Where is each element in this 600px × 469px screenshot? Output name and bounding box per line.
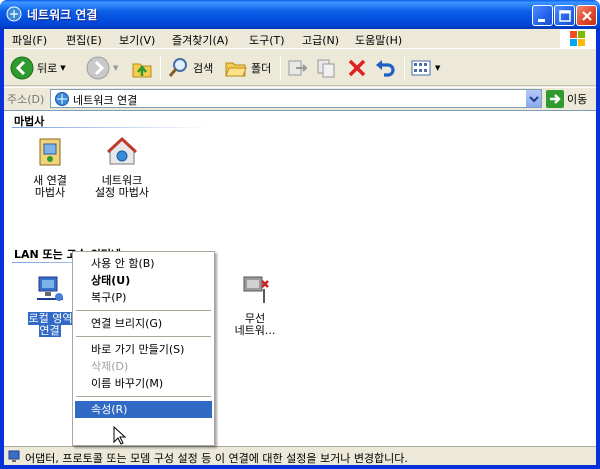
- address-label: 주소(D): [7, 93, 45, 106]
- icon-new-connection-wizard[interactable]: 새 연결 마법사: [16, 135, 84, 199]
- back-label: 뒤로: [37, 62, 58, 75]
- forward-dropdown-icon[interactable]: ▼: [113, 64, 118, 72]
- go-arrow-icon: [546, 89, 564, 108]
- move-to-button[interactable]: [286, 54, 308, 82]
- context-menu: 사용 안 함(B) 상태(U) 복구(P) 연결 브리지(G) 바로 가기 만들…: [72, 251, 215, 446]
- menu-bar: 파일(F) 편집(E) 보기(V) 즐겨찾기(A) 도구(T) 고급(N) 도움…: [4, 29, 596, 49]
- go-label: 이동: [567, 92, 588, 106]
- undo-button[interactable]: [374, 54, 396, 82]
- forward-arrow-icon: [86, 56, 110, 80]
- wireless-connection-disabled-icon: [243, 276, 269, 303]
- icon-wireless-network[interactable]: 무선 네트워...: [221, 273, 289, 337]
- minimize-button[interactable]: [532, 5, 553, 26]
- address-dropdown-button[interactable]: [525, 90, 541, 107]
- title-bar[interactable]: 네트워크 연결: [0, 0, 600, 29]
- menu-item-repair[interactable]: 복구(P): [75, 289, 212, 306]
- folders-label: 폴더: [251, 62, 272, 75]
- maximize-icon: [559, 10, 571, 22]
- menu-item-rename[interactable]: 이름 바꾸기(M): [75, 375, 212, 392]
- forward-button[interactable]: ▼: [86, 54, 118, 82]
- menu-tools[interactable]: 도구(T): [249, 32, 285, 48]
- icon-network-setup-wizard[interactable]: 네트워크 설정 마법사: [88, 135, 156, 199]
- menu-advanced[interactable]: 고급(N): [302, 32, 339, 48]
- menu-separator: [76, 336, 211, 337]
- undo-icon: [376, 60, 395, 77]
- move-to-icon: [288, 60, 308, 76]
- icon-caption: 무선 네트워...: [234, 312, 276, 337]
- address-input[interactable]: 네트워크 연결: [50, 89, 542, 108]
- menu-separator: [76, 396, 211, 397]
- copy-to-button[interactable]: [316, 54, 338, 82]
- delete-button[interactable]: [346, 54, 368, 82]
- menu-view[interactable]: 보기(V): [119, 32, 155, 48]
- delete-x-icon: [348, 59, 366, 77]
- up-folder-button[interactable]: [130, 54, 154, 82]
- lan-connection-icon: [37, 276, 63, 301]
- icon-caption: 네트워크 설정 마법사: [94, 174, 150, 199]
- close-button[interactable]: [576, 5, 597, 26]
- toolbar: 뒤로 ▼ ▼ 검색 폴더 ▼: [4, 50, 596, 86]
- network-connections-icon: [6, 6, 22, 22]
- icon-caption: 새 연결 마법사: [33, 174, 67, 199]
- status-text: 어댑터, 프로토콜 또는 모뎀 구성 설정 등 이 연결에 대한 설정을 보거나…: [25, 452, 408, 465]
- toolbar-separator: [160, 56, 161, 80]
- views-button[interactable]: ▼: [410, 54, 440, 82]
- group-divider: [12, 127, 212, 128]
- windows-logo-icon: [560, 29, 596, 49]
- menu-item-bridge[interactable]: 연결 브리지(G): [75, 315, 212, 332]
- new-connection-wizard-icon: [39, 138, 61, 166]
- menu-edit[interactable]: 편집(E): [66, 32, 102, 48]
- back-arrow-icon: [10, 56, 34, 80]
- window-title: 네트워크 연결: [27, 8, 98, 22]
- search-button[interactable]: 검색: [166, 54, 213, 82]
- menu-favorites[interactable]: 즐겨찾기(A): [172, 32, 229, 48]
- menu-item-disable[interactable]: 사용 안 함(B): [75, 255, 212, 272]
- menu-separator: [76, 310, 211, 311]
- toolbar-separator: [404, 56, 405, 80]
- network-connections-icon: [55, 92, 69, 106]
- menu-item-delete: 삭제(D): [91, 360, 129, 373]
- search-label: 검색: [193, 62, 214, 75]
- minimize-icon: [538, 19, 545, 22]
- up-folder-icon: [132, 63, 152, 78]
- go-button[interactable]: 이동: [546, 89, 587, 108]
- search-icon: [168, 58, 187, 77]
- network-setup-wizard-icon: [106, 136, 138, 165]
- back-button[interactable]: 뒤로 ▼: [10, 54, 66, 82]
- menu-item-properties[interactable]: 속성(R): [75, 401, 212, 418]
- toolbar-separator: [280, 56, 281, 80]
- back-dropdown-icon[interactable]: ▼: [60, 64, 65, 72]
- folders-button[interactable]: 폴더: [224, 54, 271, 82]
- menu-item-create-shortcut[interactable]: 바로 가기 만들기(S): [75, 341, 212, 358]
- copy-to-icon: [317, 59, 335, 78]
- status-bar: 어댑터, 프로토콜 또는 모뎀 구성 설정 등 이 연결에 대한 설정을 보거나…: [4, 446, 596, 465]
- chevron-down-icon: [529, 96, 539, 103]
- maximize-button[interactable]: [554, 5, 575, 26]
- views-icon: [411, 60, 431, 76]
- address-value: 네트워크 연결: [73, 94, 138, 107]
- address-bar: 주소(D) 네트워크 연결 이동: [4, 87, 596, 109]
- views-dropdown-icon[interactable]: ▼: [435, 64, 440, 72]
- menu-item-status[interactable]: 상태(U): [75, 272, 212, 289]
- network-connection-icon: [8, 450, 20, 462]
- menu-help[interactable]: 도움말(H): [355, 32, 402, 48]
- explorer-window: 네트워크 연결 파일(F) 편집(E) 보기(V) 즐겨찾기(A) 도구(T) …: [0, 0, 600, 469]
- menu-file[interactable]: 파일(F): [12, 32, 47, 48]
- folders-icon: [225, 62, 247, 77]
- close-icon: [582, 11, 592, 21]
- mouse-pointer-icon: [113, 426, 127, 445]
